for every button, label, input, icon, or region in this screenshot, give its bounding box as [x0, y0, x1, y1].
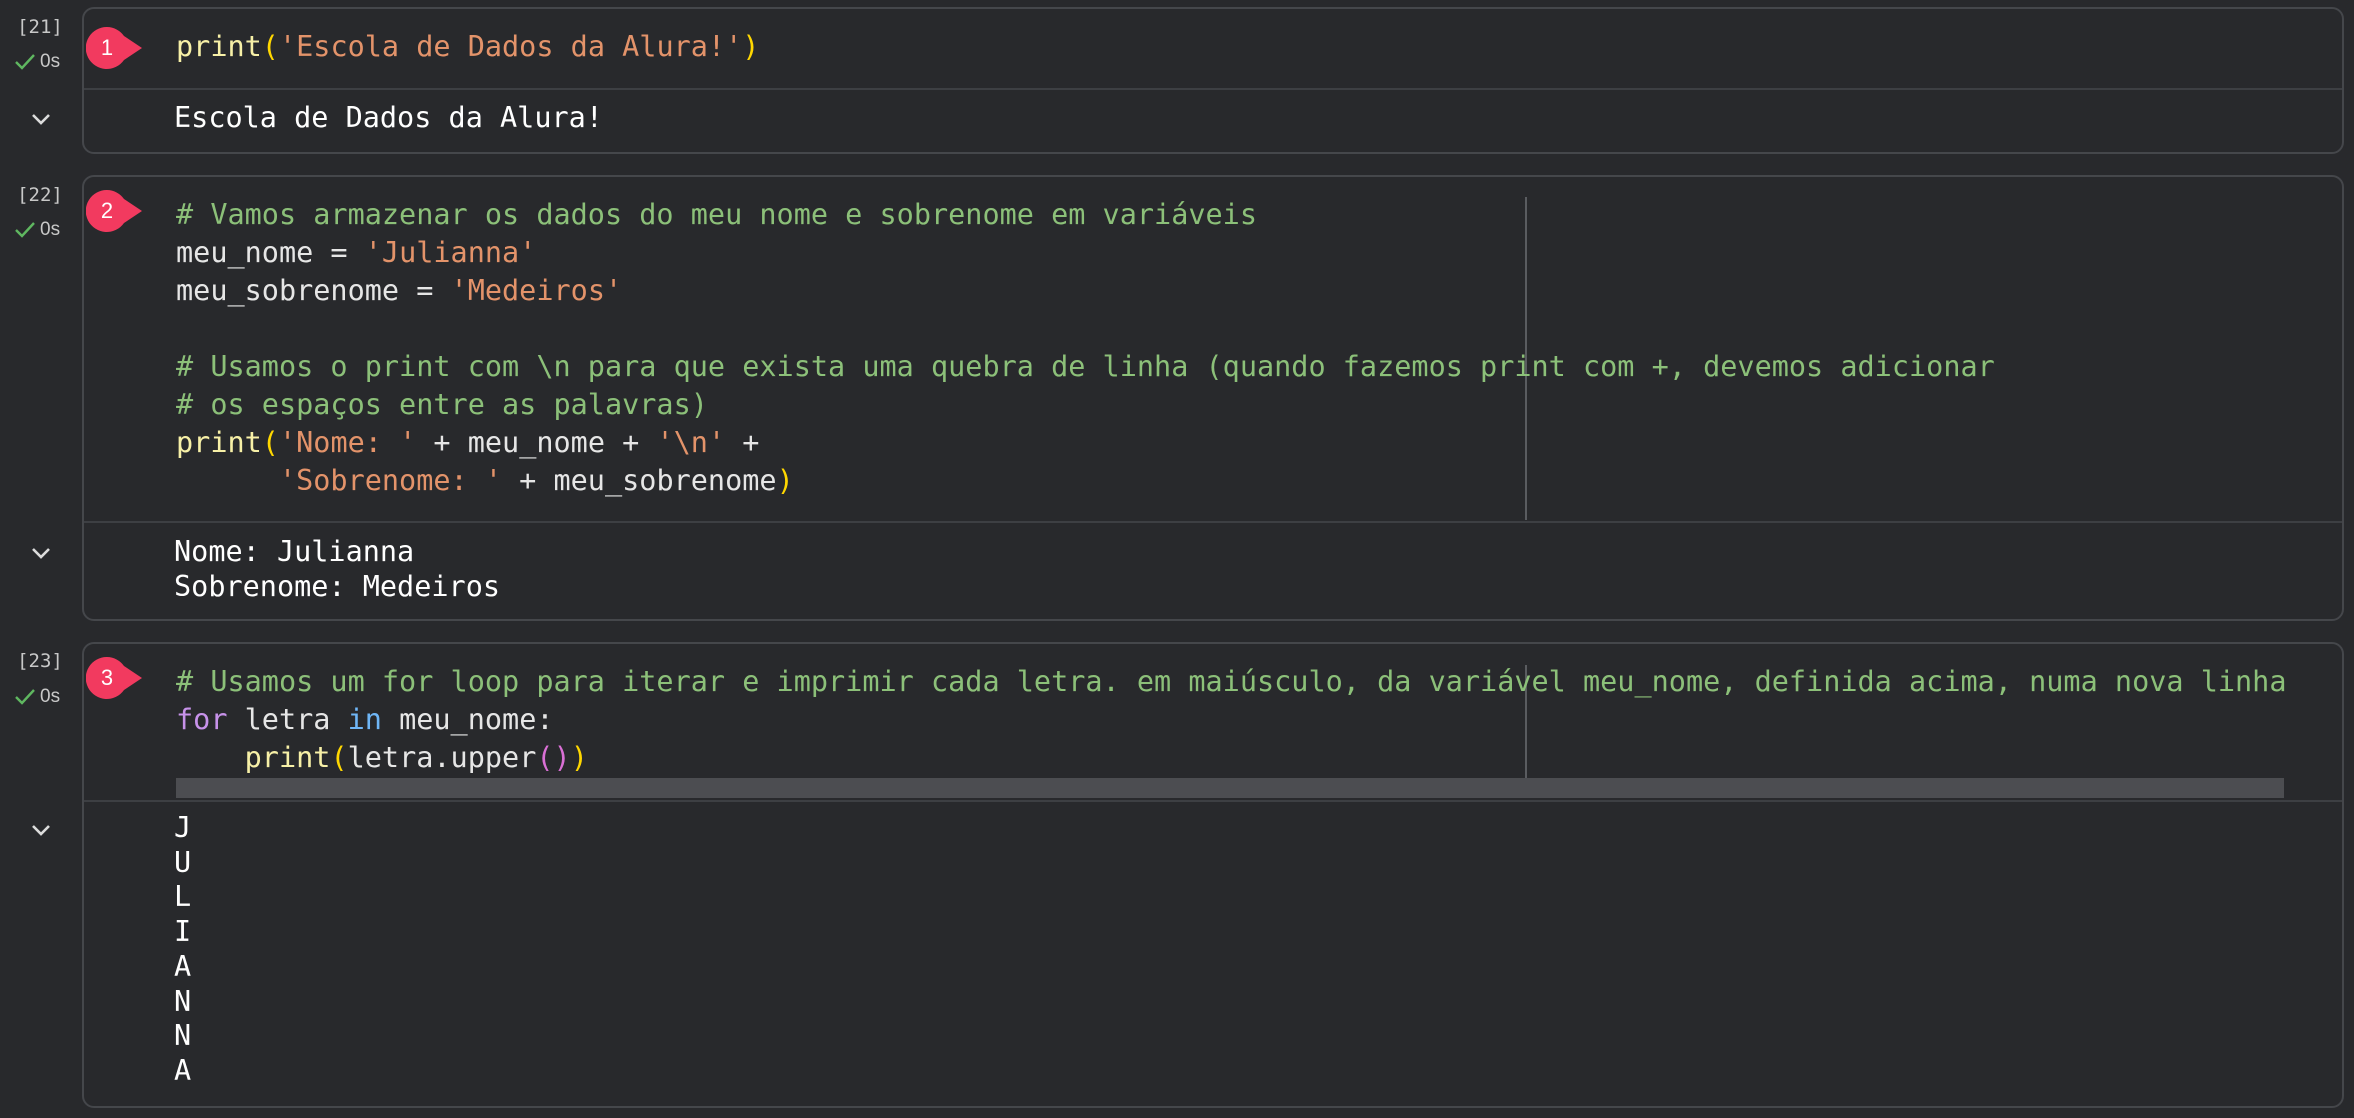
step-badge: 2: [86, 190, 146, 232]
code-editor[interactable]: # Vamos armazenar os dados do meu nome e…: [176, 196, 1995, 500]
collapse-output-button[interactable]: [24, 536, 58, 570]
output-line: L: [174, 880, 192, 914]
chevron-down-icon: [32, 114, 50, 125]
execution-status: 0s: [14, 686, 60, 708]
output-line: N: [174, 984, 192, 1018]
code-token: + meu_nome +: [416, 426, 657, 459]
output-line: Nome: Julianna: [174, 535, 415, 568]
execution-time: 0s: [40, 51, 61, 72]
step-badge-number: 3: [100, 665, 114, 690]
execution-status: 0s: [14, 219, 60, 241]
code-token: print: [176, 30, 262, 63]
code-token: + meu_sobrenome: [502, 464, 777, 497]
code-token: for: [176, 703, 228, 736]
cell-divider: [84, 521, 2342, 523]
code-line[interactable]: print('Escola de Dados da Alura!'): [176, 28, 759, 66]
cell-divider: [84, 800, 2342, 802]
cell-output: JULIANNA: [174, 811, 191, 1089]
code-token: print: [176, 426, 262, 459]
step-badge-number: 2: [100, 198, 114, 223]
execution-time: 0s: [40, 219, 61, 240]
code-line[interactable]: # Usamos o print com \n para que exista …: [176, 348, 1995, 386]
code-token: # Usamos um for loop para iterar e impri…: [176, 665, 2287, 698]
check-icon: [15, 54, 35, 70]
code-editor[interactable]: # Usamos um for loop para iterar e impri…: [176, 663, 2287, 777]
output-line: Sobrenome: Medeiros: [174, 569, 501, 603]
output-line: J: [174, 811, 192, 844]
code-line[interactable]: # os espaços entre as palavras): [176, 386, 1995, 424]
code-token: 'Medeiros': [450, 274, 623, 307]
cell-divider: [84, 88, 2342, 90]
code-line[interactable]: meu_sobrenome = 'Medeiros': [176, 272, 1995, 310]
horizontal-scrollbar[interactable]: [176, 778, 2284, 798]
code-token: 'Escola de Dados da Alura!': [278, 30, 743, 63]
execution-status: 0s: [14, 51, 60, 73]
code-token: meu_nome =: [176, 236, 365, 269]
output-line: A: [174, 1053, 192, 1087]
code-line[interactable]: meu_nome = 'Julianna': [176, 234, 1995, 272]
code-token: # Vamos armazenar os dados do meu nome e…: [176, 198, 1257, 231]
execution-count: [22]: [17, 184, 63, 206]
execution-count: [21]: [17, 16, 63, 38]
code-line[interactable]: for letra in meu_nome:: [176, 701, 2287, 739]
code-token: 'Sobrenome: ': [278, 464, 503, 497]
check-icon: [15, 222, 35, 238]
collapse-output-button[interactable]: [24, 102, 58, 136]
code-line[interactable]: [176, 310, 1995, 348]
code-token: (: [330, 741, 348, 774]
code-line[interactable]: 'Sobrenome: ' + meu_sobrenome): [176, 462, 1995, 500]
code-line[interactable]: print(letra.upper()): [176, 739, 2287, 777]
code-token: +: [725, 426, 760, 459]
execution-time: 0s: [40, 686, 61, 707]
code-token: # os espaços entre as palavras): [176, 388, 708, 421]
output-line: A: [174, 949, 192, 983]
code-line[interactable]: # Usamos um for loop para iterar e impri…: [176, 663, 2287, 701]
code-token: (: [261, 426, 279, 459]
code-token: (): [536, 741, 571, 774]
code-token: 'Julianna': [364, 236, 537, 269]
output-line: U: [174, 845, 192, 879]
code-token: letra.upper: [347, 741, 537, 774]
execution-count: [23]: [17, 650, 63, 672]
step-badge: 1: [86, 27, 146, 69]
code-token: ): [742, 30, 760, 63]
code-line[interactable]: print('Nome: ' + meu_nome + '\n' +: [176, 424, 1995, 462]
code-editor[interactable]: print('Escola de Dados da Alura!'): [176, 28, 759, 66]
code-token: letra: [227, 703, 348, 736]
chevron-down-icon: [32, 825, 50, 836]
output-line: I: [174, 915, 192, 949]
code-token: '\n': [656, 426, 726, 459]
output-line: Escola de Dados da Alura!: [174, 101, 603, 134]
code-token: meu_nome:: [381, 703, 554, 736]
code-token: in: [347, 703, 382, 736]
code-token: meu_sobrenome =: [176, 274, 451, 307]
output-line: N: [174, 1019, 192, 1053]
code-token: ): [570, 741, 588, 774]
code-token: print: [244, 741, 331, 774]
step-badge-number: 1: [100, 35, 114, 60]
code-token: # Usamos o print com \n para que exista …: [176, 350, 1995, 383]
code-token: 'Nome: ': [278, 426, 417, 459]
code-token: (: [261, 30, 279, 63]
collapse-output-button[interactable]: [24, 813, 58, 847]
cell-output: Escola de Dados da Alura!: [174, 101, 603, 136]
code-token: ): [776, 464, 794, 497]
cell-output: Nome: Julianna Sobrenome: Medeiros: [174, 535, 500, 604]
chevron-down-icon: [32, 548, 50, 559]
code-line[interactable]: # Vamos armazenar os dados do meu nome e…: [176, 196, 1995, 234]
check-icon: [15, 689, 35, 705]
step-badge: 3: [86, 657, 146, 699]
